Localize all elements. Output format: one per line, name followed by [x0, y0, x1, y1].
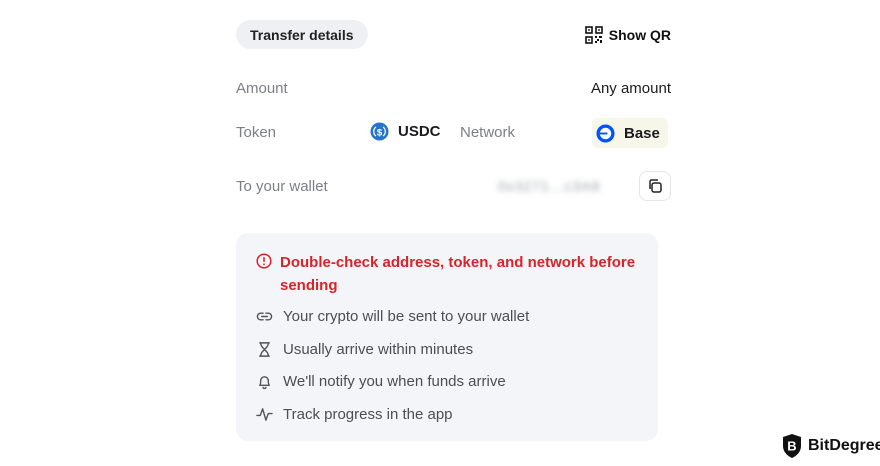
base-network-icon — [596, 123, 615, 143]
qr-code-icon — [584, 26, 603, 44]
info-item-label: We'll notify you when funds arrive — [283, 373, 506, 390]
amount-label: Amount — [236, 80, 288, 97]
warning-message: Double-check address, token, and network… — [280, 254, 636, 294]
link-icon — [256, 312, 273, 321]
bell-icon — [259, 376, 270, 390]
token-label: Token — [236, 124, 277, 141]
info-item-label: Usually arrive within minutes — [283, 341, 474, 358]
brand-name: BitDegree — [808, 437, 880, 454]
info-item-notify: We'll notify you when funds arrive — [256, 373, 506, 390]
amount-value: Any amount — [590, 80, 671, 97]
network-value: Base — [592, 118, 668, 148]
svg-text:$: $ — [377, 127, 383, 138]
hourglass-icon — [259, 342, 270, 357]
bitdegree-watermark: B BitDegree — [781, 433, 880, 459]
copy-address-button[interactable] — [639, 171, 671, 201]
info-item-timing: Usually arrive within minutes — [256, 341, 473, 358]
usdc-icon: $ — [370, 122, 389, 141]
info-item-wallet: Your crypto will be sent to your wallet — [256, 308, 529, 325]
svg-text:B: B — [787, 439, 796, 454]
alert-circle-icon — [256, 253, 272, 269]
token-value: $ USDC — [370, 122, 441, 141]
transfer-details-label: Transfer details — [250, 26, 354, 43]
show-qr-button[interactable]: Show QR — [584, 24, 671, 46]
token-name: USDC — [398, 123, 441, 140]
wallet-address[interactable]: 0x3271...c3A8 — [498, 178, 620, 194]
info-item-label: Your crypto will be sent to your wallet — [283, 308, 530, 325]
copy-icon — [649, 179, 662, 193]
info-item-label: Track progress in the app — [283, 406, 453, 423]
network-label: Network — [460, 124, 516, 141]
transfer-details-tab[interactable]: Transfer details — [236, 20, 368, 49]
wallet-label: To your wallet — [236, 178, 328, 195]
network-name: Base — [624, 124, 660, 142]
activity-icon — [256, 408, 273, 421]
info-item-track: Track progress in the app — [256, 406, 453, 423]
show-qr-label: Show QR — [608, 27, 671, 43]
bitdegree-logo-icon: B — [783, 434, 801, 458]
